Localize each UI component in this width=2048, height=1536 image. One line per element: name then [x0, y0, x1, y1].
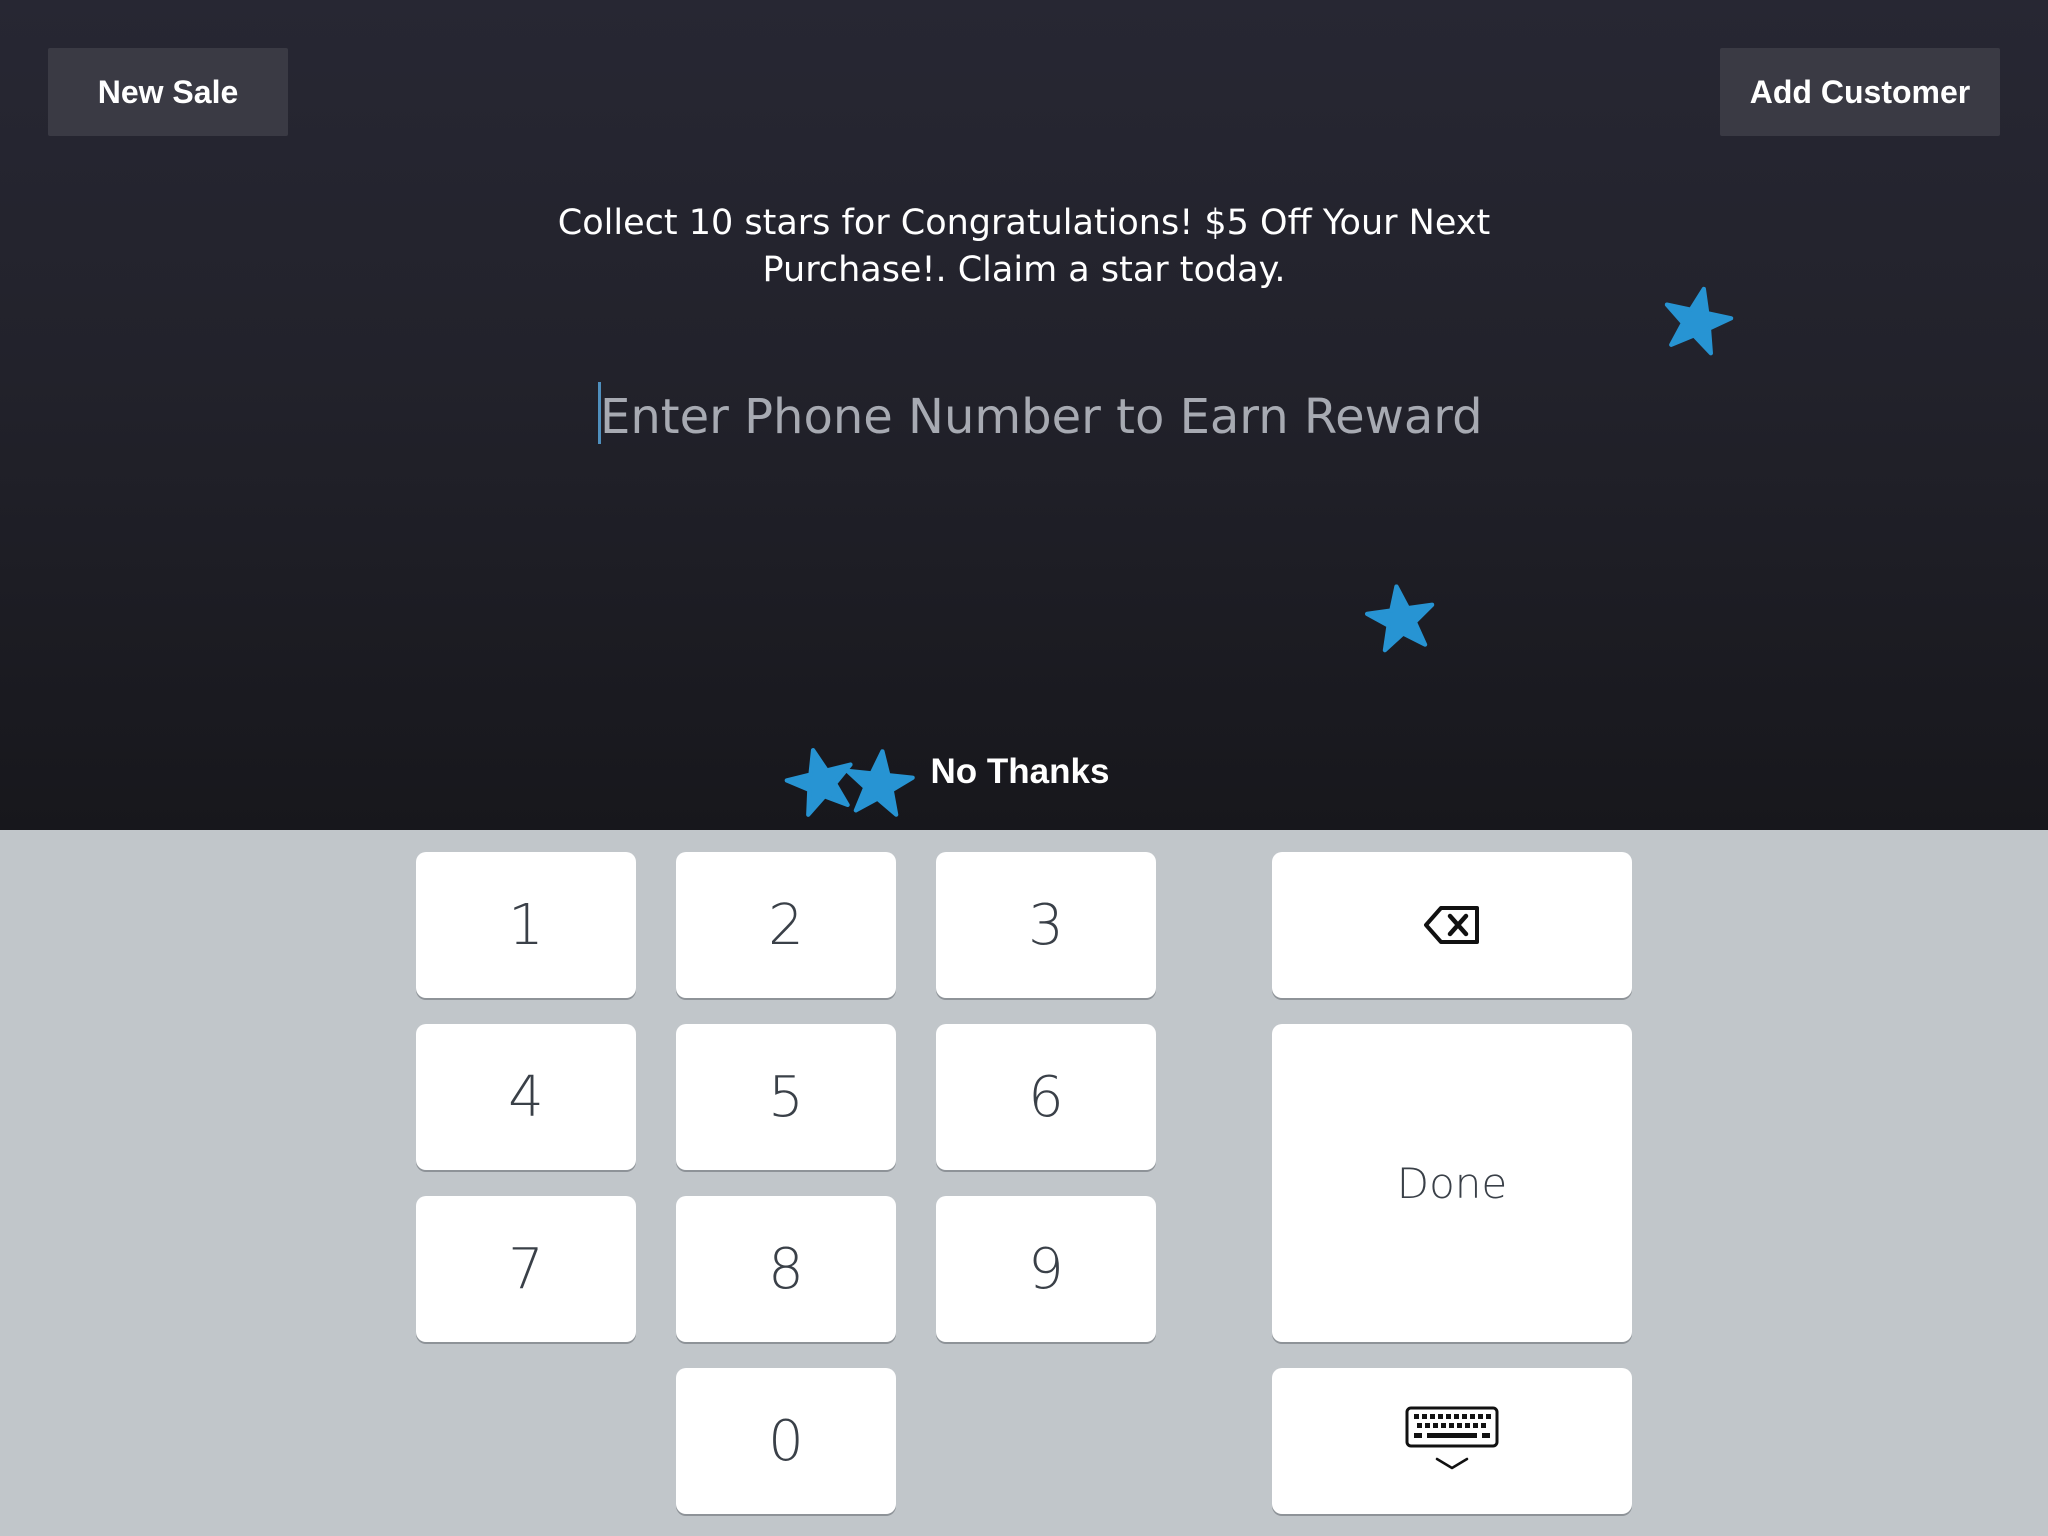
rewards-panel: New Sale Add Customer Collect 10 stars f…: [0, 0, 2048, 830]
key-1[interactable]: 1: [416, 852, 636, 998]
no-thanks-button[interactable]: No Thanks: [920, 752, 1120, 792]
done-label: Done: [1396, 1158, 1508, 1208]
key-8[interactable]: 8: [676, 1196, 896, 1342]
done-button[interactable]: Done: [1272, 1024, 1632, 1342]
key-4[interactable]: 4: [416, 1024, 636, 1170]
backspace-icon: [1423, 905, 1481, 945]
text-cursor: [598, 382, 601, 444]
phone-number-input[interactable]: [590, 382, 1480, 452]
dismiss-keyboard-button[interactable]: [1272, 1368, 1632, 1514]
key-label: 5: [768, 1064, 804, 1130]
key-label: 4: [508, 1064, 544, 1130]
promo-line-1: Collect 10 stars for Congratulations! $5…: [557, 203, 1491, 243]
key-label: 6: [1028, 1064, 1064, 1130]
key-3[interactable]: 3: [936, 852, 1156, 998]
key-label: 0: [768, 1408, 804, 1474]
star-icon: [1361, 579, 1440, 658]
key-label: 1: [508, 892, 544, 958]
key-label: 3: [1028, 892, 1064, 958]
backspace-button[interactable]: [1272, 852, 1632, 998]
key-label: 7: [508, 1236, 544, 1302]
key-label: 9: [1028, 1236, 1064, 1302]
rewards-screen: New Sale Add Customer Collect 10 stars f…: [0, 0, 2048, 1536]
key-5[interactable]: 5: [676, 1024, 896, 1170]
key-9[interactable]: 9: [936, 1196, 1156, 1342]
key-label: 8: [768, 1236, 804, 1302]
key-7[interactable]: 7: [416, 1196, 636, 1342]
key-6[interactable]: 6: [936, 1024, 1156, 1170]
promo-line-2: Purchase!. Claim a star today.: [762, 250, 1286, 290]
key-2[interactable]: 2: [676, 852, 896, 998]
star-icon: [841, 746, 918, 823]
key-0[interactable]: 0: [676, 1368, 896, 1514]
add-customer-button[interactable]: Add Customer: [1720, 48, 2000, 136]
key-label: 2: [768, 892, 804, 958]
keyboard-dismiss-icon: [1405, 1406, 1499, 1476]
star-icon: [1655, 279, 1738, 362]
new-sale-button[interactable]: New Sale: [48, 48, 288, 136]
numeric-keypad: 1 2 3 4 5 6 Done 7 8 9 0: [0, 830, 2048, 1536]
promo-message: Collect 10 stars for Congratulations! $5…: [524, 200, 1524, 294]
